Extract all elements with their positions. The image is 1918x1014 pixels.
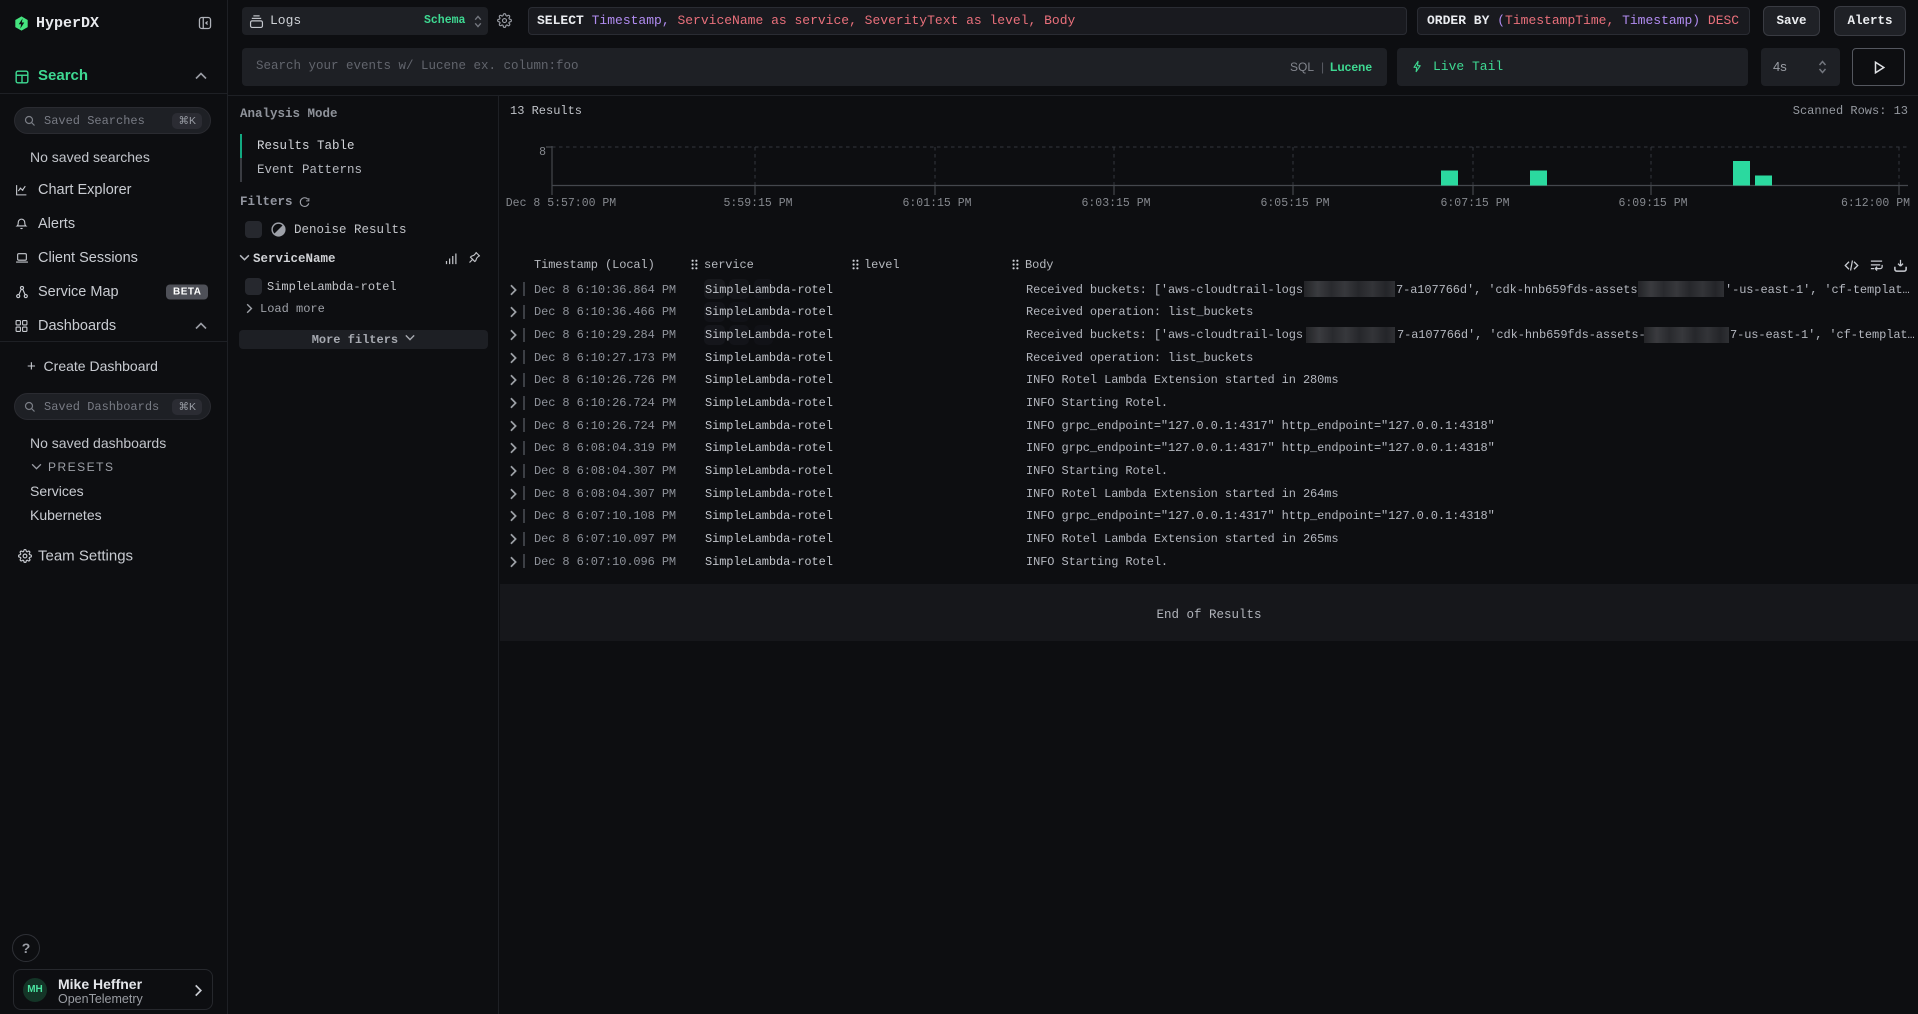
svg-text:5:59:15 PM: 5:59:15 PM xyxy=(723,197,792,210)
svg-text:6:03:15 PM: 6:03:15 PM xyxy=(1081,197,1150,210)
svg-text:8: 8 xyxy=(539,146,546,159)
svg-text:6:07:15 PM: 6:07:15 PM xyxy=(1440,197,1509,210)
svg-text:6:01:15 PM: 6:01:15 PM xyxy=(902,197,971,210)
svg-text:Dec 8 5:57:00 PM: Dec 8 5:57:00 PM xyxy=(506,197,617,210)
svg-text:6:12:00 PM: 6:12:00 PM xyxy=(1841,197,1910,210)
svg-text:6:09:15 PM: 6:09:15 PM xyxy=(1618,197,1687,210)
svg-text:6:05:15 PM: 6:05:15 PM xyxy=(1260,197,1329,210)
